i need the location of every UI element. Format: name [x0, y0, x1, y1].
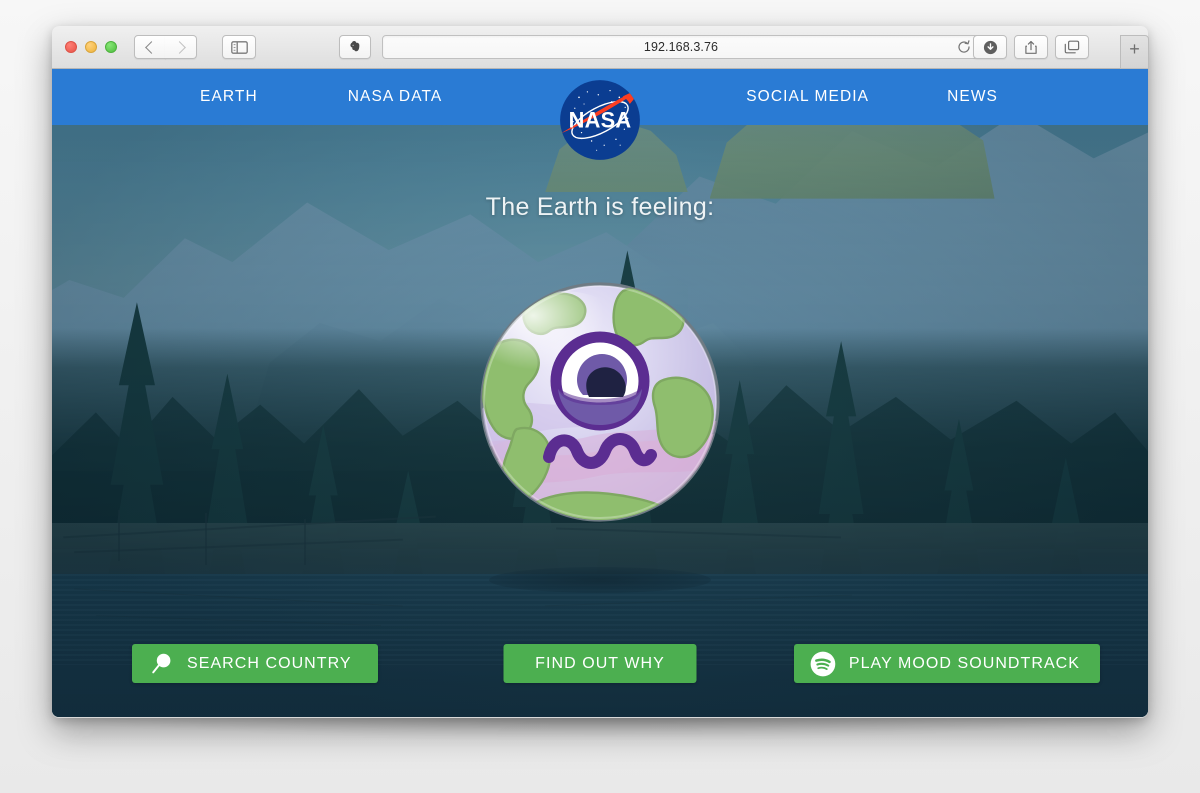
find-out-why-button[interactable]: FIND OUT WHY	[503, 644, 697, 683]
navbar-left-group: EARTH NASA DATA	[200, 69, 442, 125]
page-title: The Earth is feeling:	[485, 193, 715, 221]
sidebar-icon	[230, 40, 248, 54]
hero-section: The Earth is feeling:	[52, 69, 1148, 717]
share-button[interactable]	[1014, 35, 1048, 59]
page-root: 192.168.3.76 + EARTH NASA DATA SOCIAL ME…	[0, 0, 1200, 793]
tab-overview-button[interactable]	[1055, 35, 1089, 59]
search-country-label: SEARCH COUNTRY	[187, 654, 352, 672]
search-country-button[interactable]: SEARCH COUNTRY	[132, 644, 378, 683]
window-controls	[65, 41, 117, 53]
downloads-button[interactable]	[973, 35, 1007, 59]
browser-toolbar: 192.168.3.76 +	[52, 26, 1149, 69]
nav-link-social-media[interactable]: SOCIAL MEDIA	[746, 88, 869, 106]
earth-ground-shadow	[489, 567, 711, 593]
window-drop-shadow	[70, 716, 1130, 738]
nav-link-nasa-data[interactable]: NASA DATA	[348, 88, 443, 106]
play-mood-soundtrack-label: PLAY MOOD SOUNDTRACK	[848, 654, 1080, 672]
earth-eye	[550, 331, 650, 431]
reload-button[interactable]	[957, 40, 971, 54]
forward-button[interactable]	[165, 35, 197, 59]
sidebar-toggle-button[interactable]	[222, 35, 256, 59]
url-text: 192.168.3.76	[643, 40, 719, 54]
elephant-icon	[349, 41, 359, 52]
chevron-left-icon	[145, 40, 158, 54]
browser-window: 192.168.3.76 + EARTH NASA DATA SOCIAL ME…	[52, 26, 1149, 718]
close-button[interactable]	[65, 41, 77, 53]
play-mood-soundtrack-button[interactable]: PLAY MOOD SOUNDTRACK	[794, 644, 1100, 683]
back-button[interactable]	[134, 35, 166, 59]
nasa-meatball-icon: NASA	[560, 80, 640, 160]
evernote-extension-button[interactable]	[339, 35, 371, 59]
reload-icon	[958, 40, 970, 53]
share-icon	[1025, 40, 1037, 54]
cta-button-row: SEARCH COUNTRY FIND OUT WHY PLAY MOOD SO…	[52, 644, 1148, 686]
find-out-why-label: FIND OUT WHY	[535, 654, 665, 672]
earth-character-icon	[480, 282, 720, 522]
nav-link-news[interactable]: NEWS	[947, 88, 998, 106]
new-tab-button[interactable]: +	[1120, 35, 1149, 69]
search-icon	[152, 653, 171, 673]
earth-character[interactable]	[475, 277, 725, 527]
nav-link-earth[interactable]: EARTH	[200, 88, 258, 106]
download-icon	[983, 40, 997, 54]
navbar-right-group: SOCIAL MEDIA NEWS	[746, 69, 998, 125]
spotify-icon	[810, 651, 836, 676]
page-viewport: EARTH NASA DATA SOCIAL MEDIA NEWS NASA T…	[52, 69, 1148, 717]
address-bar[interactable]: 192.168.3.76	[382, 35, 980, 59]
nasa-logo[interactable]: NASA	[558, 78, 642, 162]
nasa-wordmark: NASA	[569, 108, 632, 133]
chevron-right-icon	[172, 40, 186, 54]
tabs-icon	[1064, 40, 1080, 53]
zoom-button[interactable]	[105, 41, 117, 53]
minimize-button[interactable]	[85, 41, 97, 53]
